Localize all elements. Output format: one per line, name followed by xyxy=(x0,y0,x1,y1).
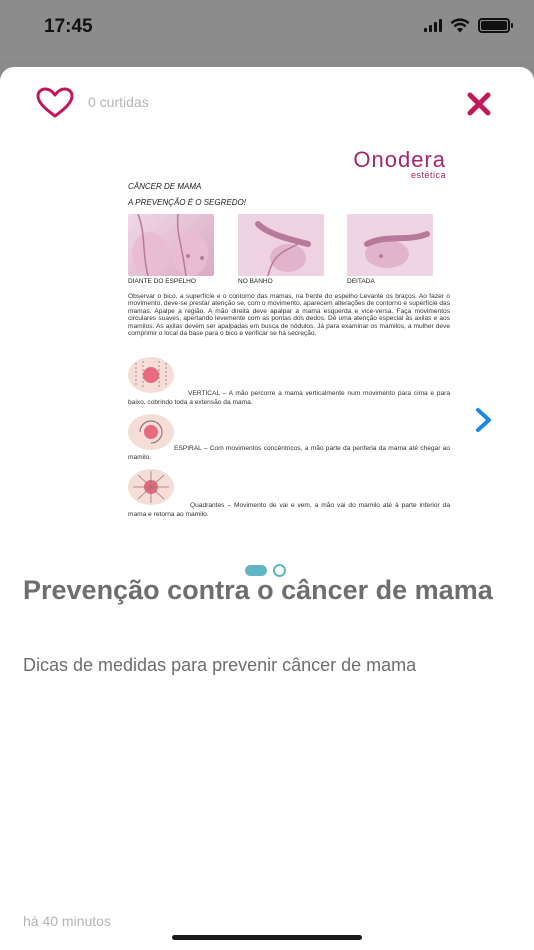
cellular-signal-icon xyxy=(424,19,442,32)
photo-bath-illustration xyxy=(238,214,324,276)
gallery-slide-image: Onodera estética CÂNCER DE MAMA A PREVEN… xyxy=(110,145,460,525)
status-time: 17:45 xyxy=(44,16,93,37)
battery-icon xyxy=(478,18,513,33)
wifi-icon xyxy=(450,18,470,33)
photo-lying xyxy=(347,214,433,276)
quadrants-technique-illustration xyxy=(133,471,169,503)
photo-caption-bath: NO BANHO xyxy=(238,278,273,285)
photo-caption-lying: DEITADA xyxy=(347,278,375,285)
vertical-technique-illustration xyxy=(135,361,167,389)
article-sheet: 0 curtidas Onodera estética CÂNCER DE MA… xyxy=(0,67,534,950)
spiral-technique-text: ESPIRAL – Com movimentos concêntricos, a… xyxy=(128,445,450,461)
chevron-right-stroke xyxy=(476,408,491,432)
photo-mirror xyxy=(128,214,214,276)
home-indicator[interactable] xyxy=(172,935,362,940)
brand-logo: Onodera estética xyxy=(353,147,446,180)
status-bar: 17:45 xyxy=(0,0,534,60)
battery-level xyxy=(481,21,507,30)
close-icon[interactable] xyxy=(466,91,492,117)
article-subtitle: Dicas de medidas para prevenir câncer de… xyxy=(23,655,417,675)
slide-body-text: Observar o bico, a superfície e o contor… xyxy=(128,293,450,338)
likes-count: 0 curtidas xyxy=(88,94,149,110)
close-x-mark xyxy=(467,92,491,116)
photo-mirror-illustration xyxy=(132,214,208,276)
heart-icon[interactable] xyxy=(36,87,74,119)
heart-outline xyxy=(36,87,74,118)
chevron-right-icon[interactable] xyxy=(473,407,495,433)
timestamp: há 40 minutos xyxy=(23,913,111,929)
article-title: Prevenção contra o câncer de mama xyxy=(23,575,493,605)
slide-subtitle: A PREVENÇÃO É O SEGREDO! xyxy=(128,198,246,207)
image-gallery[interactable]: Onodera estética CÂNCER DE MAMA A PREVEN… xyxy=(0,137,534,577)
quadrants-technique-icon xyxy=(128,469,174,505)
slide-title: CÂNCER DE MAMA xyxy=(128,182,202,191)
quadrants-technique-text: Quadrantes – Movimento de vai e vem, a m… xyxy=(128,502,450,518)
vertical-technique-icon xyxy=(128,357,174,393)
vertical-technique-text: VERTICAL – A mão percorre a mama vertica… xyxy=(128,390,450,406)
status-icons xyxy=(424,18,513,33)
photo-caption-mirror: DIANTE DO ESPELHO xyxy=(128,278,196,285)
photo-lying-illustration xyxy=(347,214,433,276)
photo-bath xyxy=(238,214,324,276)
